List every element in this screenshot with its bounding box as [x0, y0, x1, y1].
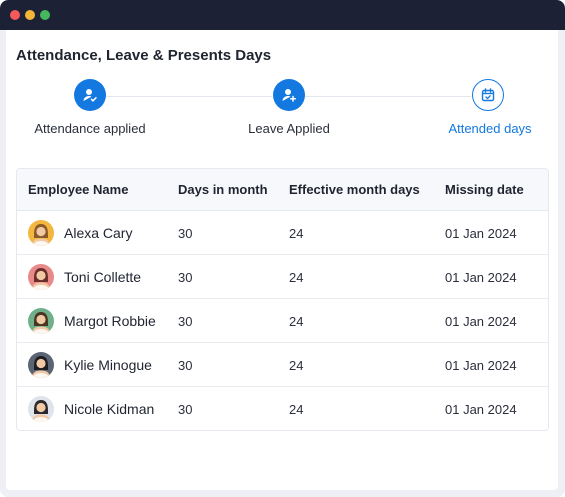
maximize-window-button[interactable]: [40, 10, 50, 20]
missing-date-cell: 01 Jan 2024: [445, 270, 517, 285]
avatar: [28, 308, 54, 334]
title-bar: [0, 0, 565, 30]
user-add-icon: [282, 89, 296, 102]
table-header: Employee Name Days in month Effective mo…: [17, 169, 548, 211]
minimize-window-button[interactable]: [25, 10, 35, 20]
missing-date-cell: 01 Jan 2024: [445, 226, 517, 241]
step-leave-applied[interactable]: [273, 79, 305, 111]
column-header-effective-month-days[interactable]: Effective month days: [289, 182, 420, 197]
effective-month-days-cell: 24: [289, 358, 304, 373]
employee-name-cell: Alexa Cary: [28, 219, 132, 247]
avatar: [28, 220, 54, 246]
step-attended-days[interactable]: [472, 79, 504, 111]
avatar: [28, 352, 54, 378]
column-header-missing-date[interactable]: Missing date: [445, 182, 524, 197]
missing-date-cell: 01 Jan 2024: [445, 358, 517, 373]
effective-month-days-cell: 24: [289, 314, 304, 329]
days-in-month-cell: 30: [178, 402, 193, 417]
calendar-check-icon: [481, 88, 495, 102]
page-title: Attendance, Leave & Presents Days: [16, 47, 272, 64]
table-row[interactable]: Toni Collette 30 24 01 Jan 2024: [17, 255, 548, 299]
step-label-attendance-applied: Attendance applied: [34, 121, 146, 136]
table-row[interactable]: Kylie Minogue 30 24 01 Jan 2024: [17, 343, 548, 387]
user-check-icon: [83, 89, 97, 102]
employee-name-cell: Nicole Kidman: [28, 395, 154, 423]
step-label-attended-days: Attended days: [448, 121, 532, 136]
employee-name-cell: Margot Robbie: [28, 307, 156, 335]
missing-date-cell: 01 Jan 2024: [445, 402, 517, 417]
step-attendance-applied[interactable]: [74, 79, 106, 111]
table-row[interactable]: Margot Robbie 30 24 01 Jan 2024: [17, 299, 548, 343]
main-panel: Attendance, Leave & Presents Days Attend…: [6, 30, 558, 490]
step-label-leave-applied: Leave Applied: [248, 121, 330, 136]
effective-month-days-cell: 24: [289, 270, 304, 285]
column-header-employee-name[interactable]: Employee Name: [28, 182, 128, 197]
employee-name: Margot Robbie: [64, 313, 156, 329]
employee-name-cell: Toni Collette: [28, 263, 141, 291]
days-in-month-cell: 30: [178, 270, 193, 285]
table-row[interactable]: Alexa Cary 30 24 01 Jan 2024: [17, 211, 548, 255]
employee-name: Toni Collette: [64, 269, 142, 285]
employee-name-cell: Kylie Minogue: [28, 351, 152, 379]
days-in-month-cell: 30: [178, 314, 193, 329]
employee-name: Kylie Minogue: [64, 357, 152, 373]
days-in-month-cell: 30: [178, 358, 193, 373]
employee-name: Alexa Cary: [64, 225, 133, 241]
employee-table: Employee Name Days in month Effective mo…: [16, 168, 549, 431]
table-row[interactable]: Nicole Kidman 30 24 01 Jan 2024: [17, 387, 548, 430]
stepper-connector: [305, 96, 471, 97]
avatar: [28, 396, 54, 422]
avatar: [28, 264, 54, 290]
app-window: Attendance, Leave & Presents Days Attend…: [0, 0, 565, 497]
days-in-month-cell: 30: [178, 226, 193, 241]
effective-month-days-cell: 24: [289, 402, 304, 417]
column-header-days-in-month[interactable]: Days in month: [178, 182, 268, 197]
stepper-connector: [106, 96, 272, 97]
missing-date-cell: 01 Jan 2024: [445, 314, 517, 329]
employee-name: Nicole Kidman: [64, 401, 155, 417]
close-window-button[interactable]: [10, 10, 20, 20]
effective-month-days-cell: 24: [289, 226, 304, 241]
